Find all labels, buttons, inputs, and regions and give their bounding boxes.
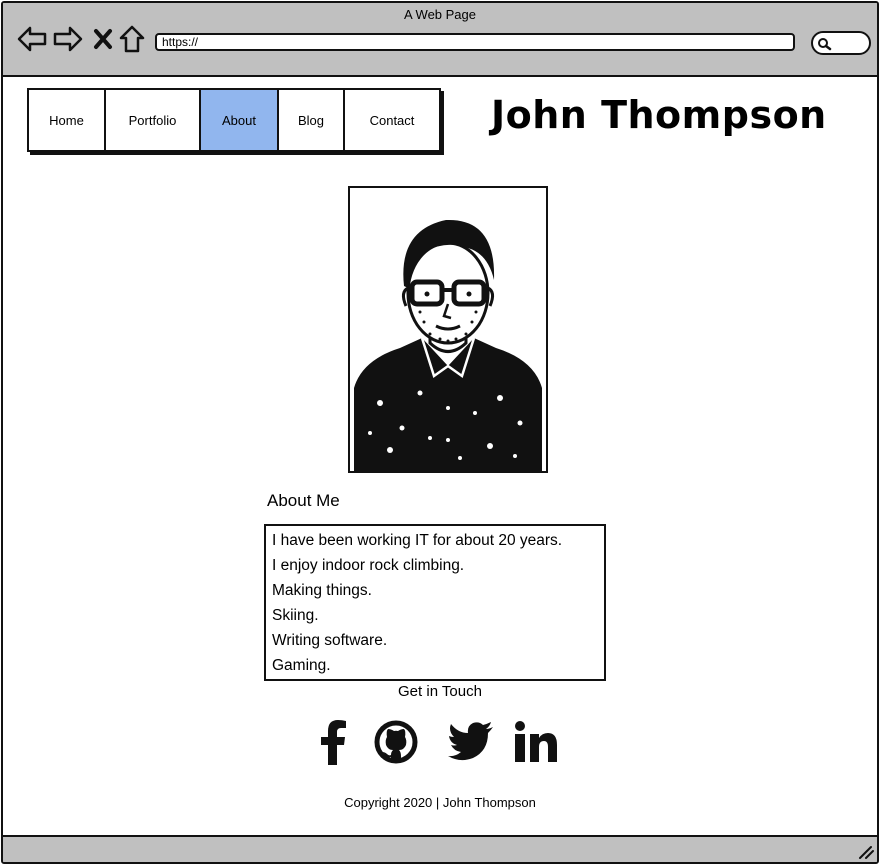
nav-item-label: Home xyxy=(49,112,84,128)
window-title: A Web Page xyxy=(403,7,477,22)
about-heading: About Me xyxy=(267,491,340,510)
portrait-image xyxy=(354,219,542,471)
github-icon xyxy=(374,720,418,764)
url-input[interactable] xyxy=(155,33,795,51)
back-arrow-icon xyxy=(17,26,47,52)
facebook-icon xyxy=(321,720,346,765)
home-button[interactable] xyxy=(116,23,148,55)
linkedin-link[interactable] xyxy=(511,717,561,767)
about-line: Writing software. xyxy=(272,632,388,649)
forward-button[interactable] xyxy=(52,23,84,55)
nav-menu: Home Portfolio About Blog Contact xyxy=(27,88,441,152)
close-icon xyxy=(94,29,112,49)
about-line: I have been working IT for about 20 year… xyxy=(272,532,563,549)
browser-toolbar: A Web Page xyxy=(3,3,877,77)
page-content: Home Portfolio About Blog Contact John T… xyxy=(3,77,877,837)
nav-item-home[interactable]: Home xyxy=(29,90,106,150)
stop-button[interactable] xyxy=(87,23,119,55)
about-line: Skiing. xyxy=(272,607,319,624)
back-button[interactable] xyxy=(16,23,48,55)
browser-window: A Web Page https:// Home Portfolio About… xyxy=(1,1,879,864)
facebook-link[interactable] xyxy=(308,717,358,767)
resize-grip-icon[interactable] xyxy=(858,845,874,859)
browser-search-button[interactable] xyxy=(811,31,871,55)
about-line: Making things. xyxy=(272,582,372,599)
forward-arrow-icon xyxy=(53,26,83,52)
nav-item-label: Contact xyxy=(369,112,415,128)
search-icon xyxy=(818,38,832,51)
nav-item-about[interactable]: About xyxy=(201,90,279,150)
nav-item-portfolio[interactable]: Portfolio xyxy=(106,90,201,150)
nav-item-label: About xyxy=(222,112,256,128)
status-bar xyxy=(3,835,877,862)
contact-heading: Get in Touch xyxy=(398,683,482,700)
home-icon xyxy=(119,25,145,53)
nav-item-label: Portfolio xyxy=(128,112,177,128)
twitter-icon xyxy=(448,722,493,761)
nav-item-label: Blog xyxy=(297,112,325,128)
github-link[interactable] xyxy=(371,717,421,767)
site-title: John Thompson xyxy=(491,93,827,137)
twitter-link[interactable] xyxy=(446,717,496,767)
about-line: I enjoy indoor rock climbing. xyxy=(272,557,465,574)
linkedin-icon xyxy=(515,721,557,762)
copyright-text: Copyright 2020 | John Thompson xyxy=(344,795,536,810)
about-text-box: I have been working IT for about 20 year… xyxy=(264,524,606,681)
nav-item-blog[interactable]: Blog xyxy=(279,90,345,150)
nav-item-contact[interactable]: Contact xyxy=(345,90,439,150)
profile-photo xyxy=(348,186,548,473)
about-line: Gaming. xyxy=(272,657,331,674)
